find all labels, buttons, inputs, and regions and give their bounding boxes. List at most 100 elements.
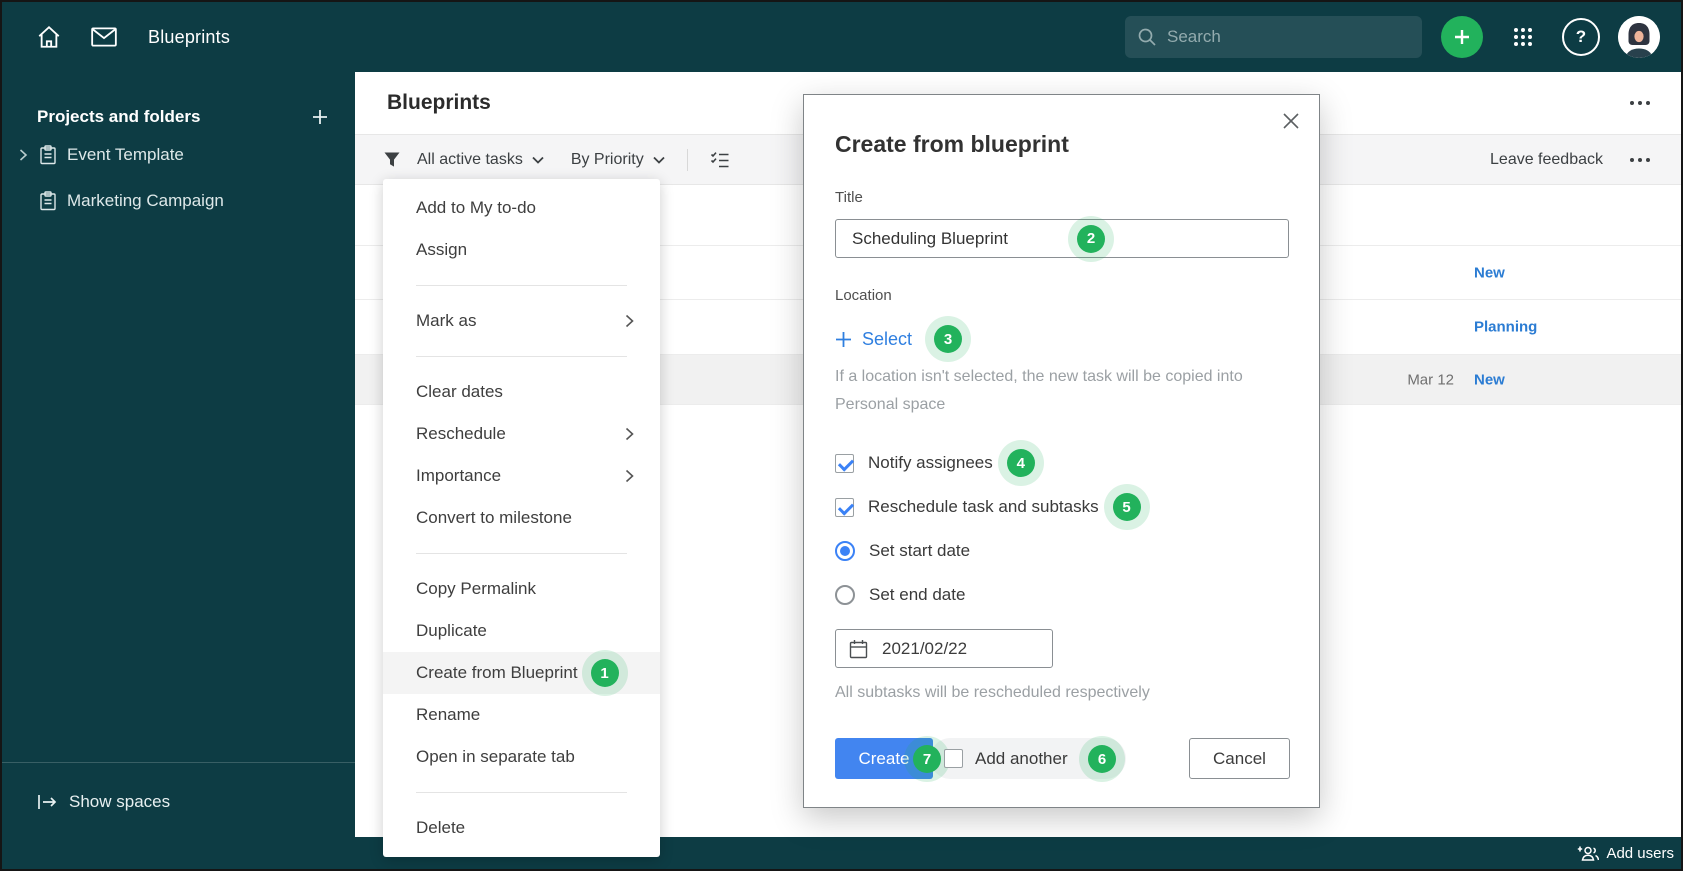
notify-assignees-option[interactable]: Notify assignees 4 (835, 441, 1141, 485)
sidebar-divider (2, 762, 355, 763)
set-start-date-label: Set start date (869, 541, 971, 560)
sort-dropdown[interactable]: By Priority (571, 151, 665, 169)
sidebar-item-label: Marketing Campaign (67, 191, 224, 210)
row-date: Mar 12 (1407, 371, 1454, 388)
row-status[interactable]: Planning (1474, 319, 1537, 336)
help-icon[interactable]: ? (1562, 18, 1600, 56)
menu-item-clear-dates[interactable]: Clear dates (383, 371, 660, 413)
notify-assignees-label: Notify assignees (868, 453, 993, 472)
checkbox-checked-icon[interactable] (835, 453, 854, 473)
plus-icon (313, 110, 327, 124)
show-spaces-label: Show spaces (69, 792, 171, 811)
menu-item-label: Mark as (416, 311, 477, 330)
avatar[interactable] (1618, 16, 1660, 58)
menu-item-reschedule[interactable]: Reschedule (383, 413, 660, 455)
reschedule-option[interactable]: Reschedule task and subtasks 5 (835, 485, 1141, 529)
sort-dropdown-label: By Priority (570, 150, 644, 168)
menu-divider (416, 553, 627, 554)
cancel-button[interactable]: Cancel (1189, 738, 1290, 779)
chevron-right-icon[interactable] (15, 148, 31, 162)
set-end-date-option[interactable]: Set end date (835, 573, 1141, 617)
checkbox-checked-icon[interactable] (835, 497, 854, 517)
filter-dropdown[interactable]: All active tasks (417, 151, 544, 169)
menu-item-label: Clear dates (416, 382, 503, 401)
menu-item-label: Delete (416, 818, 466, 837)
show-spaces-button[interactable]: Show spaces (37, 784, 170, 820)
add-another-label: Add another (975, 748, 1068, 768)
search-box[interactable] (1125, 16, 1422, 58)
menu-item-label: Duplicate (416, 621, 487, 640)
step-badge-2: 2 (1077, 224, 1105, 253)
inbox-icon[interactable] (90, 25, 118, 49)
menu-item-importance[interactable]: Importance (383, 455, 660, 497)
step-badge-3: 3 (934, 325, 963, 353)
menu-item-create-from-blueprint[interactable]: Create from Blueprint 1 (383, 652, 660, 694)
apps-grid-icon[interactable] (1502, 16, 1544, 58)
chevron-down-icon (653, 156, 665, 164)
add-another-option[interactable]: Add another (944, 738, 1068, 779)
filter-dropdown-label: All active tasks (417, 150, 523, 168)
step-badge-1: 1 (590, 659, 619, 687)
filter-funnel-icon[interactable] (383, 151, 401, 169)
leave-feedback-link[interactable]: Leave feedback (1490, 151, 1603, 169)
menu-item-assign[interactable]: Assign (383, 229, 660, 271)
menu-item-rename[interactable]: Rename (383, 694, 660, 736)
radio-selected-icon[interactable] (835, 541, 855, 561)
location-hint: If a location isn't selected, the new ta… (835, 368, 1243, 413)
step-badge-7: 7 (913, 745, 941, 773)
context-menu: Add to My to-do Assign Mark as Clear dat… (383, 179, 660, 857)
menu-item-duplicate[interactable]: Duplicate (383, 610, 660, 652)
menu-item-label: Reschedule (416, 424, 506, 443)
close-icon[interactable] (1279, 109, 1303, 133)
set-end-date-label: Set end date (869, 585, 966, 604)
menu-item-delete[interactable]: Delete (383, 807, 660, 849)
reschedule-label: Reschedule task and subtasks (868, 497, 1099, 516)
select-location-label: Select (862, 328, 913, 349)
plus-icon (836, 331, 851, 347)
menu-item-copy-permalink[interactable]: Copy Permalink (383, 568, 660, 610)
date-field[interactable] (835, 629, 1053, 668)
menu-item-label: Assign (416, 240, 468, 259)
menu-item-label: Rename (416, 705, 481, 724)
search-icon (1137, 27, 1157, 47)
menu-item-label: Convert to milestone (416, 508, 572, 527)
title-input[interactable] (835, 219, 1289, 258)
menu-divider (416, 356, 627, 357)
more-icon[interactable] (1630, 157, 1650, 162)
row-status[interactable]: New (1474, 264, 1505, 281)
reschedule-hint: All subtasks will be rescheduled respect… (835, 684, 1150, 701)
select-location-button[interactable]: Select 3 (835, 325, 963, 353)
menu-item-convert-to-milestone[interactable]: Convert to milestone (383, 497, 660, 539)
search-input[interactable] (1167, 27, 1410, 47)
radio-icon[interactable] (835, 585, 855, 605)
sidebar-item-marketing-campaign[interactable]: Marketing Campaign (2, 179, 355, 223)
home-icon[interactable] (36, 24, 62, 50)
calendar-icon (849, 639, 868, 659)
step-badge-4: 4 (1006, 449, 1035, 477)
row-status[interactable]: New (1474, 371, 1505, 388)
sidebar-item-label: Event Template (67, 145, 184, 164)
set-start-date-option[interactable]: Set start date (835, 529, 1141, 573)
show-spaces-icon (37, 794, 57, 810)
menu-item-open-in-separate-tab[interactable]: Open in separate tab (383, 736, 660, 778)
location-field-label: Location (835, 287, 892, 304)
checkbox-icon[interactable] (944, 749, 963, 768)
dialog-title: Create from blueprint (835, 131, 1069, 157)
menu-item-add-to-my-todo[interactable]: Add to My to-do (383, 187, 660, 229)
create-new-button[interactable] (1441, 16, 1483, 58)
menu-divider (416, 792, 627, 793)
topbar-title: Blueprints (148, 26, 231, 47)
more-icon[interactable] (1630, 101, 1650, 105)
add-users-label[interactable]: Add users (1606, 845, 1674, 862)
add-project-button[interactable] (311, 108, 329, 126)
sidebar-item-event-template[interactable]: Event Template (2, 133, 355, 177)
menu-item-label: Importance (416, 466, 502, 485)
menu-item-mark-as[interactable]: Mark as (383, 300, 660, 342)
create-from-blueprint-dialog: Create from blueprint Title 2 Location S… (803, 94, 1320, 808)
chevron-down-icon (532, 156, 544, 164)
fields-checklist-icon[interactable] (710, 151, 730, 169)
title-field-label: Title (835, 189, 863, 206)
bottom-bar: Add users (2, 837, 1681, 869)
step-badge-5: 5 (1112, 493, 1141, 521)
menu-divider (416, 285, 627, 286)
